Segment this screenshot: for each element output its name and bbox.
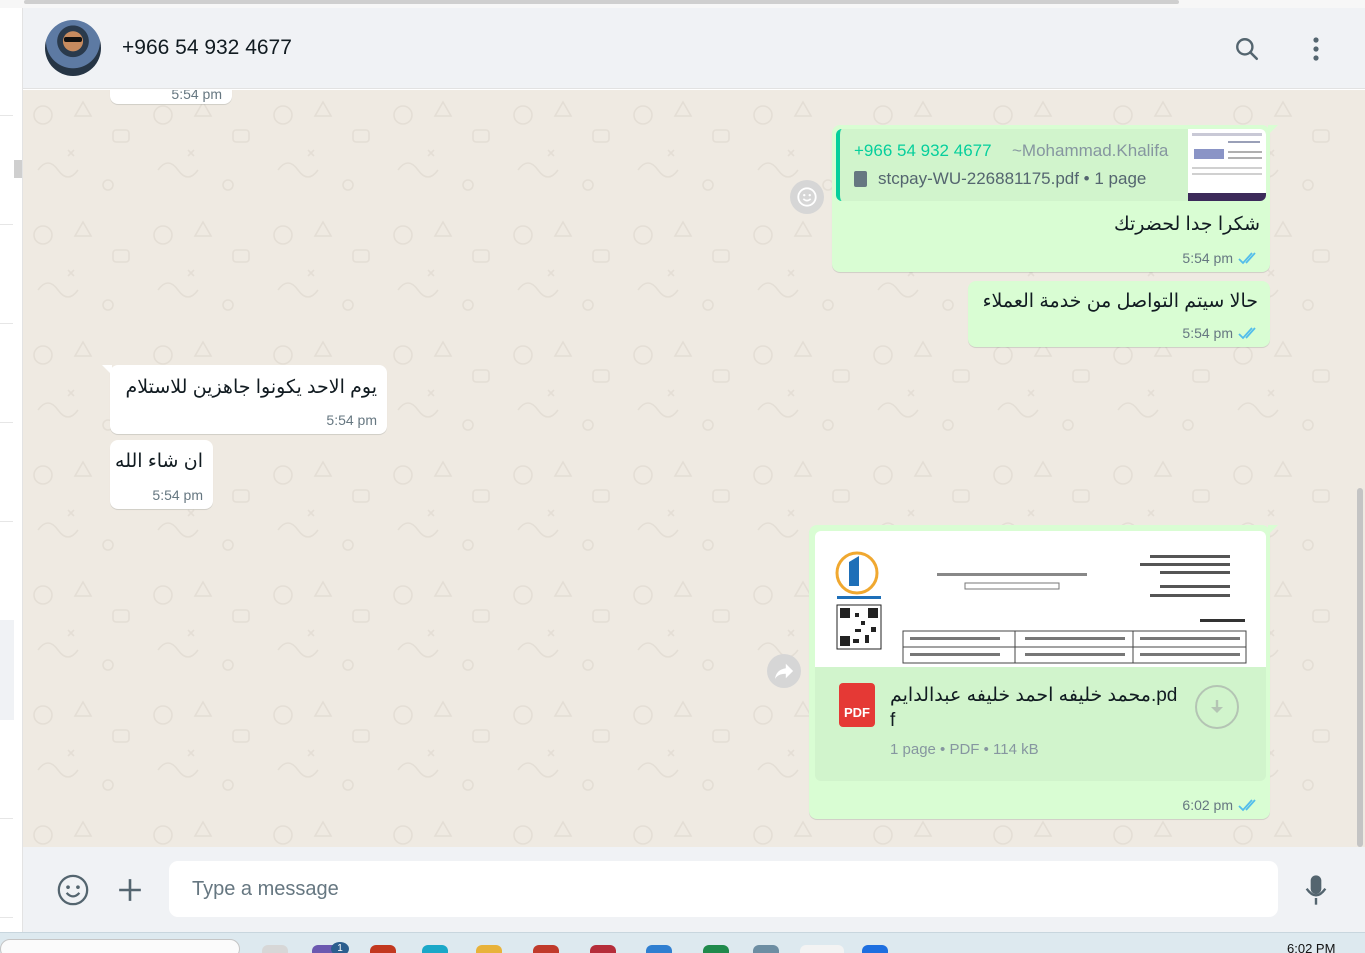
taskbar-app[interactable] xyxy=(422,945,448,953)
contact-name[interactable]: +966 54 932 4677 xyxy=(122,36,292,60)
message-bubble-outgoing[interactable]: حالا سيتم التواصل من خدمة العملاء 5:54 p… xyxy=(968,281,1270,347)
pdf-file-icon: PDF xyxy=(839,683,875,727)
message-bubble-document[interactable]: PDF محمد خليفه احمد خليفه عبدالدايم.pd f… xyxy=(809,525,1278,819)
chat-scrollbar[interactable] xyxy=(1353,90,1365,847)
message-composer xyxy=(23,847,1365,932)
message-text: حالا سيتم التواصل من خدمة العملاء xyxy=(982,291,1258,312)
os-taskbar: 1 6:02 PM xyxy=(0,932,1365,953)
whatsapp-web-window: +966 54 932 4677 5:54 pm +966 54 932 467… xyxy=(0,0,1365,953)
taskbar-app[interactable] xyxy=(753,945,779,953)
document-preview[interactable] xyxy=(815,531,1266,667)
message-text: ان شاء الله xyxy=(115,451,203,472)
message-bubble-incoming[interactable]: 5:54 pm xyxy=(110,90,232,104)
double-check-icon xyxy=(1238,327,1256,340)
chat-pane: 5:54 pm +966 54 932 4677 ~Mohammad.Khali… xyxy=(23,90,1353,847)
taskbar-app[interactable] xyxy=(476,945,502,953)
message-meta: 5:54 pm xyxy=(1182,250,1260,266)
menu-icon[interactable] xyxy=(1299,32,1333,66)
taskbar-app-active[interactable] xyxy=(800,945,844,953)
message-meta: 5:54 pm xyxy=(326,412,377,428)
taskbar-app[interactable] xyxy=(262,945,288,953)
taskbar-app[interactable] xyxy=(646,945,672,953)
taskbar-app[interactable] xyxy=(533,945,559,953)
message-meta: 5:54 pm xyxy=(171,90,222,102)
avatar[interactable] xyxy=(45,20,101,76)
message-input[interactable] xyxy=(169,861,1278,917)
message-time: 5:54 pm xyxy=(1182,325,1233,341)
taskbar-badge: 1 xyxy=(331,942,349,953)
taskbar-clock: 6:02 PM xyxy=(1287,941,1336,953)
emoji-icon[interactable] xyxy=(54,871,92,909)
message-time: 5:54 pm xyxy=(326,412,377,428)
react-emoji-icon[interactable] xyxy=(790,180,824,214)
double-check-icon xyxy=(1238,252,1256,265)
search-icon[interactable] xyxy=(1230,32,1264,66)
message-meta: 6:02 pm xyxy=(1182,797,1260,813)
document-attachment[interactable]: PDF محمد خليفه احمد خليفه عبدالدايم.pd f… xyxy=(815,667,1266,781)
taskbar-app[interactable] xyxy=(862,945,888,953)
quoted-sender-number: +966 54 932 4677 xyxy=(854,141,992,160)
taskbar-search[interactable] xyxy=(0,939,240,953)
document-icon xyxy=(854,171,867,187)
taskbar-app[interactable] xyxy=(703,945,729,953)
message-bubble-reply[interactable]: +966 54 932 4677 ~Mohammad.Khalifa stcpa… xyxy=(832,125,1278,272)
taskbar-app[interactable] xyxy=(590,945,616,953)
document-name: محمد خليفه احمد خليفه عبدالدايم.pd f xyxy=(890,683,1180,733)
message-time: 5:54 pm xyxy=(1182,250,1233,266)
message-bubble-incoming[interactable]: يوم الاحد يكونوا جاهزين للاستلام 5:54 pm xyxy=(102,365,387,434)
quoted-message[interactable]: +966 54 932 4677 ~Mohammad.Khalifa stcpa… xyxy=(836,129,1266,201)
message-time: 5:54 pm xyxy=(152,487,203,503)
forward-icon[interactable] xyxy=(767,654,801,688)
chat-list-edge xyxy=(0,8,23,932)
message-time: 6:02 pm xyxy=(1182,797,1233,813)
double-check-icon xyxy=(1238,799,1256,812)
attach-plus-icon[interactable] xyxy=(111,871,149,909)
message-meta: 5:54 pm xyxy=(1182,325,1260,341)
message-time: 5:54 pm xyxy=(171,90,222,102)
top-scrollbar[interactable] xyxy=(0,0,1365,8)
quoted-sender-alias: ~Mohammad.Khalifa xyxy=(1012,141,1169,160)
microphone-icon[interactable] xyxy=(1297,871,1335,909)
chat-header: +966 54 932 4677 xyxy=(23,8,1365,89)
quoted-file-name: stcpay-WU-226881175.pdf • 1 page xyxy=(878,169,1147,188)
message-meta: 5:54 pm xyxy=(152,487,203,503)
document-name-line-2: f xyxy=(890,710,896,731)
chat-list-scrollbar[interactable] xyxy=(14,160,22,178)
message-text: يوم الاحد يكونوا جاهزين للاستلام xyxy=(125,377,377,398)
message-text: شكرا جدا لحضرتك xyxy=(1113,214,1260,235)
document-info: 1 page • PDF • 114 kB xyxy=(890,741,1039,758)
download-icon[interactable] xyxy=(1195,685,1239,729)
chat-list-selected-item[interactable] xyxy=(0,620,14,720)
document-name-line-1: محمد خليفه احمد خليفه عبدالدايم.pd xyxy=(890,685,1178,706)
message-bubble-incoming[interactable]: ان شاء الله 5:54 pm xyxy=(110,440,213,509)
quoted-document-thumbnail xyxy=(1188,129,1266,201)
taskbar-app[interactable] xyxy=(370,945,396,953)
